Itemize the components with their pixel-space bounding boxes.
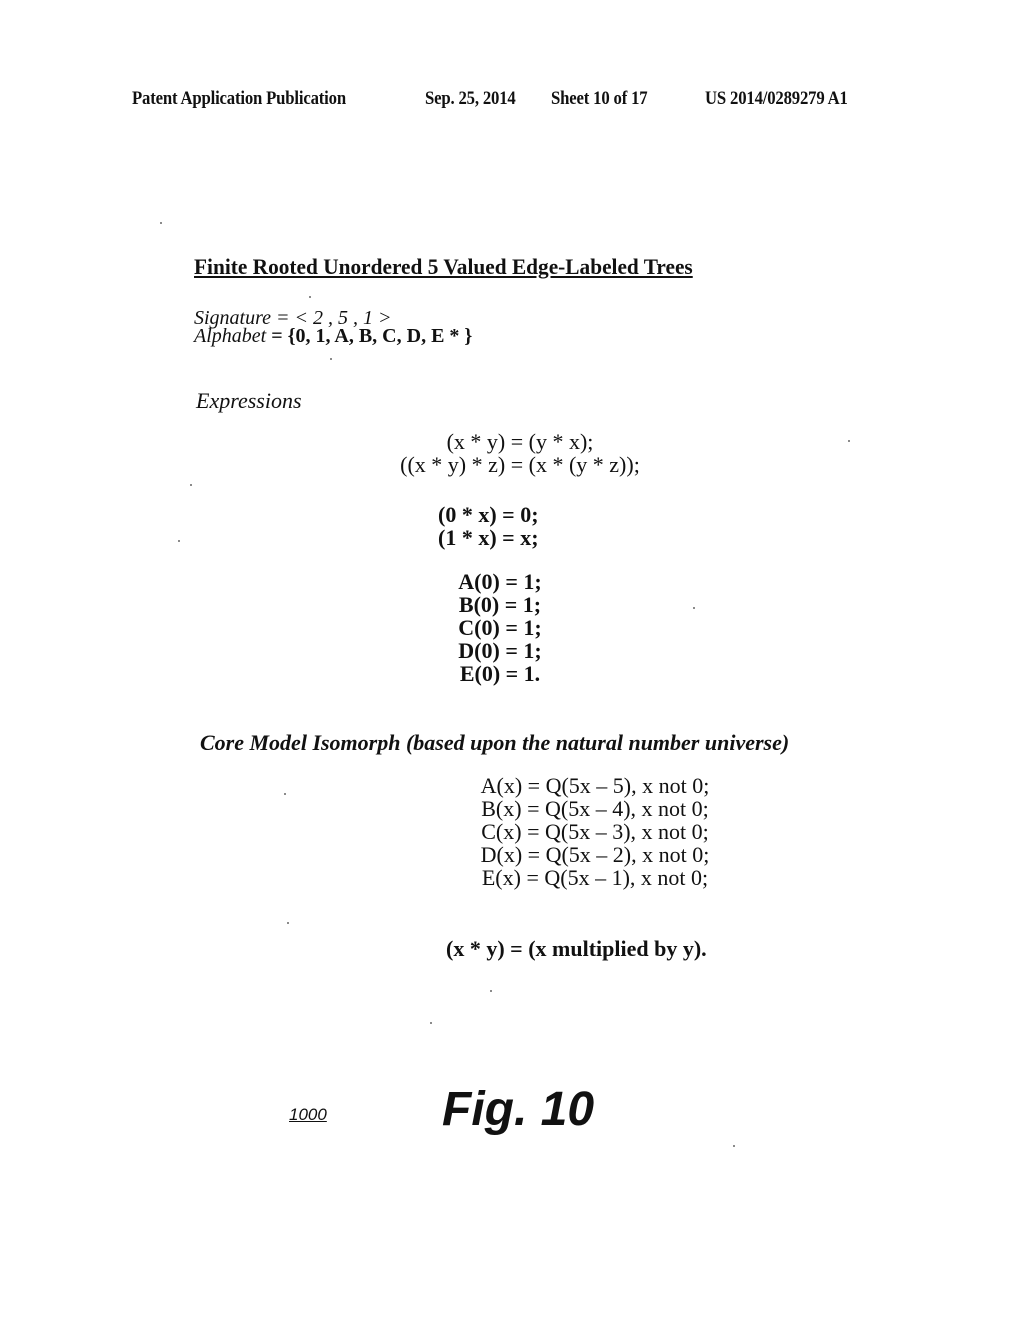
scan-speck [178, 540, 180, 542]
equation: E(0) = 1. [459, 661, 541, 686]
scan-speck [733, 1145, 735, 1147]
base-case-equations: A(0) = 1; B(0) = 1; C(0) = 1; D(0) = 1; … [420, 570, 580, 685]
core-model-heading: Core Model Isomorph (based upon the natu… [200, 730, 790, 755]
equation: C(x) = Q(5x – 3), x not 0; [481, 819, 709, 844]
equation: C(0) = 1; [458, 615, 542, 640]
alphabet-label: Alphabet [194, 325, 267, 347]
scan-speck [160, 222, 162, 224]
equation: ((x * y) * z) = (x * (y * z)); [400, 452, 640, 477]
equation: B(x) = Q(5x – 4), x not 0; [481, 796, 709, 821]
publication-date: Sep. 25, 2014 [425, 88, 516, 109]
publication-label: Patent Application Publication [132, 88, 346, 109]
page-header: Patent Application Publication Sep. 25, … [0, 88, 1024, 116]
patent-number: US 2014/0289279 A1 [705, 88, 848, 109]
equation: (1 * x) = x; [438, 525, 539, 550]
expressions-heading: Expressions [196, 388, 302, 413]
scan-speck [330, 358, 332, 360]
sheet-number: Sheet 10 of 17 [551, 88, 648, 109]
equation: (0 * x) = 0; [438, 502, 539, 527]
scan-speck [693, 607, 695, 609]
equation: E(x) = Q(5x – 1), x not 0; [481, 865, 709, 890]
scan-speck [284, 793, 286, 795]
scan-speck [190, 484, 192, 486]
scan-speck [848, 440, 850, 442]
equation: (x * y) = (y * x); [446, 429, 594, 454]
reference-numeral: 1000 [289, 1105, 327, 1124]
figure-label: Fig. 10 [442, 1083, 595, 1136]
alphabet-line: Alphabet = {0, 1, A, B, C, D, E * } [194, 325, 472, 348]
commutative-equations: (x * y) = (y * x); ((x * y) * z) = (x * … [370, 430, 670, 476]
equation: B(0) = 1; [458, 592, 542, 617]
equation: A(0) = 1; [458, 569, 542, 594]
equation: A(x) = Q(5x – 5), x not 0; [480, 773, 710, 798]
figure-title: Finite Rooted Unordered 5 Valued Edge-La… [194, 254, 693, 279]
scan-speck [430, 1022, 432, 1024]
equation: D(x) = Q(5x – 2), x not 0; [480, 842, 710, 867]
identity-equations: (0 * x) = 0; (1 * x) = x; [438, 503, 539, 549]
multiplication-equation: (x * y) = (x multiplied by y). [446, 936, 707, 961]
alphabet-value: = {0, 1, A, B, C, D, E * } [266, 325, 473, 347]
equation: D(0) = 1; [458, 638, 542, 663]
scan-speck [287, 922, 289, 924]
scan-speck [309, 296, 311, 298]
core-model-equations: A(x) = Q(5x – 5), x not 0; B(x) = Q(5x –… [455, 774, 735, 889]
scan-speck [490, 990, 492, 992]
